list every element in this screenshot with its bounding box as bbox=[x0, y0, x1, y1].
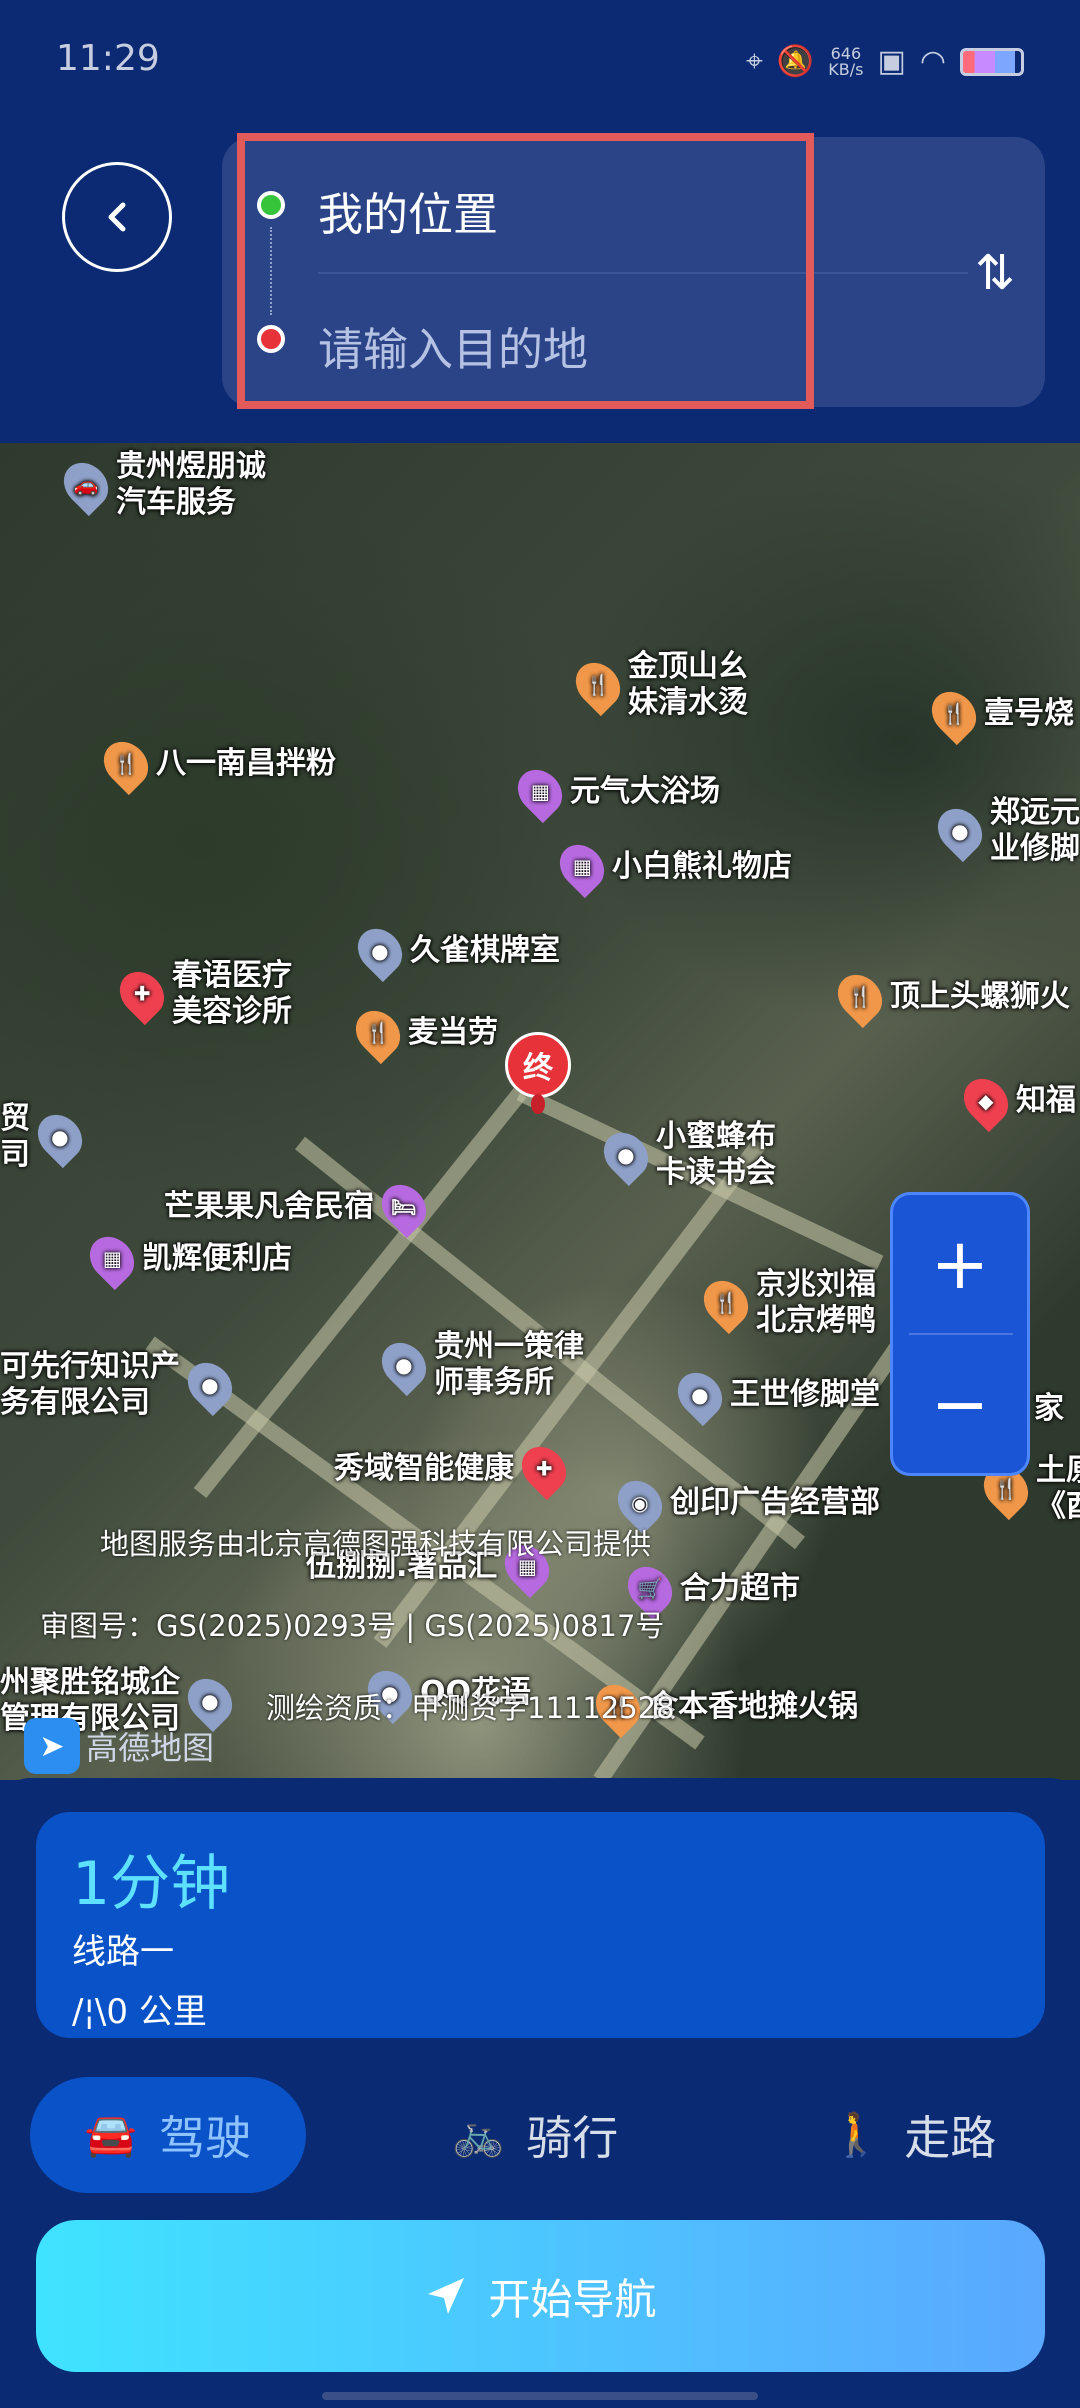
status-icons: ⌖ 🔕 646 KB/s ▣ ◠ bbox=[746, 44, 1024, 79]
map-poi[interactable]: 可先行知识产 务有限公司 ● bbox=[0, 1349, 242, 1421]
map-poi[interactable]: 🍴 八一南昌拌粉 bbox=[94, 732, 336, 796]
chevron-left-icon bbox=[108, 202, 126, 232]
battery-icon bbox=[960, 47, 1024, 76]
map-poi[interactable]: ● 久雀棋牌室 bbox=[348, 919, 560, 983]
map-poi[interactable]: ▦ 小白熊礼物店 bbox=[550, 835, 792, 899]
back-button[interactable] bbox=[62, 162, 172, 272]
map-poi[interactable]: ▦ 凯辉便利店 bbox=[80, 1227, 292, 1291]
map-poi[interactable]: ◉ 创印广告经营部 bbox=[608, 1471, 880, 1535]
map-poi[interactable]: 贸 司 ● bbox=[0, 1101, 92, 1173]
walk-icon: 🚶 bbox=[830, 2110, 883, 2159]
map-poi[interactable]: 🚗 贵州煜朋诚 汽车服务 bbox=[54, 449, 266, 521]
sim-icon: ▣ bbox=[877, 44, 906, 79]
route-name: 线路一 bbox=[72, 1932, 174, 1972]
start-navigation-button[interactable]: 开始导航 bbox=[36, 2220, 1045, 2372]
status-time: 11:29 bbox=[56, 38, 160, 79]
map-credit: 地图服务由北京高德图强科技有限公司提供 bbox=[100, 1527, 652, 1561]
map-poi[interactable]: 🍴 麦当劳 bbox=[346, 1001, 498, 1065]
location-status-icon: ⌖ bbox=[746, 44, 763, 79]
route-duration: 1分钟 bbox=[72, 1849, 231, 1919]
navigation-arrow-icon bbox=[428, 2278, 465, 2314]
zoom-control: + − bbox=[890, 1192, 1030, 1476]
home-indicator[interactable] bbox=[322, 2392, 758, 2400]
mode-drive[interactable]: 🚘 驾驶 bbox=[30, 2077, 306, 2193]
destination-end-marker[interactable]: 终 bbox=[505, 1032, 571, 1098]
mode-walk[interactable]: 🚶 走路 bbox=[830, 2077, 996, 2193]
route-distance: /¦\0 公里 bbox=[72, 1992, 207, 2032]
map-poi[interactable]: ◆ 知福 bbox=[954, 1069, 1076, 1133]
amap-arrow-icon: ➤ bbox=[24, 1718, 80, 1774]
map-poi[interactable]: 🍴 壹号烧 bbox=[922, 682, 1074, 746]
map-poi[interactable]: 家 bbox=[1034, 1391, 1064, 1427]
zoom-in-button[interactable]: + bbox=[893, 1195, 1027, 1333]
map-poi[interactable]: ✚ 春语医疗 美容诊所 bbox=[110, 958, 292, 1030]
map-poi[interactable]: 🍴 顶上头螺狮火 bbox=[828, 965, 1070, 1029]
map-poi[interactable]: ● 贵州一策律 师事务所 bbox=[372, 1329, 584, 1401]
map-poi[interactable]: ● 小蜜蜂布 卡读书会 bbox=[594, 1119, 776, 1191]
wifi-icon: ◠ bbox=[919, 44, 946, 79]
map-poi[interactable]: 芒果果凡舍民宿 🛏 bbox=[164, 1175, 436, 1239]
highlight-box bbox=[237, 133, 814, 409]
end-marker-tail bbox=[531, 1094, 545, 1114]
car-icon: 🚘 bbox=[84, 2110, 138, 2159]
map-poi[interactable]: 🍴 京兆刘福 北京烤鸭 bbox=[694, 1267, 876, 1339]
road-icon: /¦\ bbox=[72, 1992, 107, 2032]
map-poi[interactable]: 🍴 金顶山幺 妹清水烫 bbox=[566, 649, 748, 721]
net-speed: 646 KB/s bbox=[828, 43, 864, 79]
mode-bike[interactable]: 🚲 骑行 bbox=[452, 2077, 618, 2193]
swap-vertical-icon[interactable]: ⇅ bbox=[975, 245, 1015, 301]
map-survey: 测绘资质：甲测资字11112528 bbox=[266, 1691, 675, 1725]
mute-icon: 🔕 bbox=[776, 44, 815, 79]
map-poi[interactable]: ▦ 元气大浴场 bbox=[508, 760, 720, 824]
map-approval: 审图号：GS(2025)0293号 | GS(2025)0817号 bbox=[40, 1609, 665, 1643]
map-poi[interactable]: ● 郑远元 业修脚 bbox=[928, 795, 1080, 867]
bike-icon: 🚲 bbox=[452, 2110, 505, 2159]
map-poi[interactable]: 秀域智能健康 ✚ bbox=[334, 1437, 576, 1501]
amap-logo: ➤ 高德地图 bbox=[24, 1718, 214, 1774]
map-poi[interactable]: ● 王世修脚堂 bbox=[668, 1363, 880, 1427]
top-header: 11:29 ⌖ 🔕 646 KB/s ▣ ◠ 我的位置 请输入目的地 ⇅ bbox=[0, 0, 1080, 443]
status-bar: 11:29 ⌖ 🔕 646 KB/s ▣ ◠ bbox=[0, 0, 1080, 120]
zoom-out-button[interactable]: − bbox=[893, 1335, 1027, 1473]
